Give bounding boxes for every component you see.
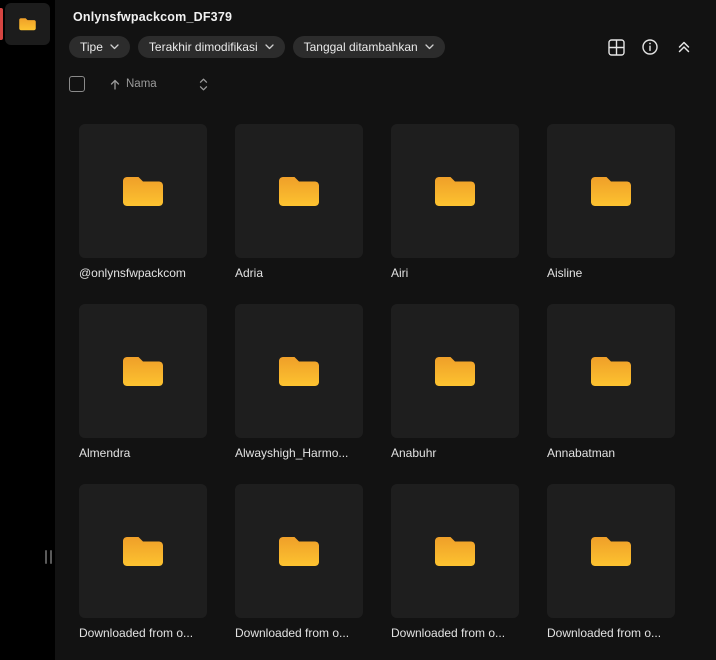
folder-card[interactable] [79,484,207,618]
filter-chip-last-modified[interactable]: Terakhir dimodifikasi [137,36,285,58]
filter-toolbar: Tipe Terakhir dimodifikasi Tanggal ditam… [69,36,716,58]
folder-card[interactable] [547,124,675,258]
folder-grid: @onlynsfwpackcom Adria Airi Aisline Alme… [79,124,675,640]
folder-card[interactable] [235,484,363,618]
folder-icon [120,172,166,210]
folder-card[interactable] [391,304,519,438]
collapse-all-icon[interactable] [674,37,694,57]
list-header: Nama [69,76,208,92]
folder-item[interactable]: Airi [391,124,519,280]
folder-icon [588,172,634,210]
folder-item[interactable]: Adria [235,124,363,280]
sidebar-resize-handle[interactable] [45,550,52,564]
folder-name: @onlynsfwpackcom [79,266,186,280]
folder-icon [432,172,478,210]
folder-card[interactable] [391,484,519,618]
folder-icon [276,352,322,390]
folder-name: Downloaded from o... [391,626,506,640]
folder-item[interactable]: Downloaded from o... [79,484,207,640]
folder-icon [120,532,166,570]
folder-icon [276,532,322,570]
folder-icon [432,352,478,390]
folder-name: Alwayshigh_Harmo... [235,446,349,460]
folder-card[interactable] [547,304,675,438]
chevron-down-icon [425,44,434,50]
info-icon[interactable] [640,37,660,57]
folder-card[interactable] [79,124,207,258]
filter-chip-type[interactable]: Tipe [69,36,130,58]
chevron-down-icon [110,44,119,50]
folder-item[interactable]: Downloaded from o... [391,484,519,640]
folder-name: Aisline [547,266,583,280]
folder-icon [432,532,478,570]
folder-name: Airi [391,266,409,280]
toolbar-icons [606,37,694,57]
filter-chip-label: Tipe [80,40,103,54]
folder-icon [18,16,37,32]
folder-item[interactable]: Downloaded from o... [547,484,675,640]
sort-by-name[interactable]: Nama [110,78,157,90]
folder-icon [588,352,634,390]
folder-name: Anabuhr [391,446,437,460]
folder-card[interactable] [235,124,363,258]
active-indicator [0,8,3,40]
app-window: Onlynsfwpackcom_DF379 Tipe Terakhir dimo… [0,0,716,660]
folder-icon [276,172,322,210]
chevron-down-icon [264,44,274,50]
folder-name: Downloaded from o... [547,626,662,640]
folder-item[interactable]: Downloaded from o... [235,484,363,640]
filter-chip-label: Tanggal ditambahkan [303,40,418,54]
folder-icon [588,532,634,570]
folder-name: Adria [235,266,264,280]
folder-name: Downloaded from o... [235,626,350,640]
folder-item[interactable]: Aisline [547,124,675,280]
filter-chip-date-added[interactable]: Tanggal ditambahkan [292,36,445,58]
folder-icon [120,352,166,390]
folder-item[interactable]: @onlynsfwpackcom [79,124,207,280]
main-panel: Onlynsfwpackcom_DF379 Tipe Terakhir dimo… [55,0,716,660]
folder-name: Downloaded from o... [79,626,194,640]
grid-view-icon[interactable] [606,37,626,57]
arrow-up-icon [110,79,120,90]
folder-name: Almendra [79,446,131,460]
select-all-checkbox[interactable] [69,76,85,92]
page-title: Onlynsfwpackcom_DF379 [73,10,233,24]
filter-chip-label: Terakhir dimodifikasi [148,40,258,54]
sidebar [0,0,55,660]
folder-item[interactable]: Almendra [79,304,207,460]
sort-field-label: Nama [126,78,157,90]
folder-card[interactable] [235,304,363,438]
sidebar-item-current-folder[interactable] [0,3,50,45]
folder-item[interactable]: Annabatman [547,304,675,460]
folder-item[interactable]: Anabuhr [391,304,519,460]
folder-card[interactable] [547,484,675,618]
folder-name: Annabatman [547,446,616,460]
folder-item[interactable]: Alwayshigh_Harmo... [235,304,363,460]
sort-toggle-icon[interactable] [199,78,208,91]
folder-card[interactable] [79,304,207,438]
folder-card[interactable] [391,124,519,258]
